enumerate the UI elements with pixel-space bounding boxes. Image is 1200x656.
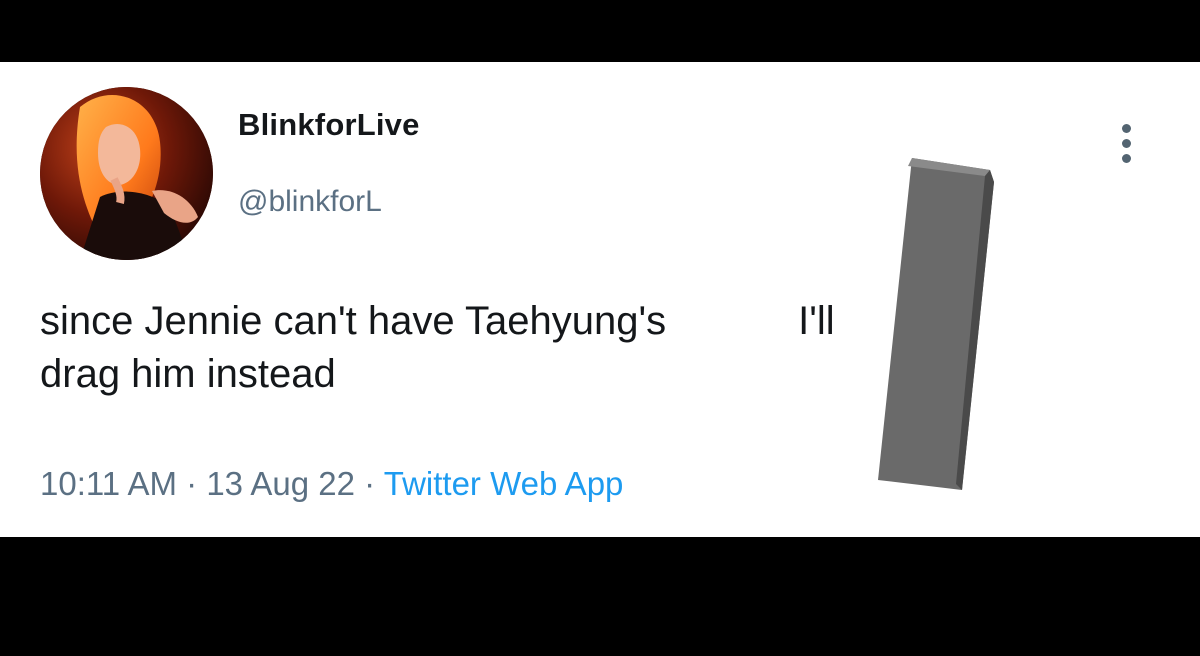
meta-separator: · [186,465,198,502]
meta-separator: · [364,465,376,502]
more-vertical-icon-dot [1122,154,1131,163]
tweet-text-line-2: drag him instead [40,352,336,396]
tweet-text-line-1-tail: I'll [798,299,835,343]
tweet-time[interactable]: 10:11 AM [40,465,177,502]
user-handle[interactable]: @blinkforL [238,185,382,219]
tweet-date[interactable]: 13 Aug 22 [206,465,355,502]
tweet-text: since Jennie can't have Taehyung's I'll d… [40,295,1100,401]
more-options-button[interactable] [1112,120,1142,168]
avatar[interactable] [40,87,213,260]
tweet-text-line-1-head: since Jennie can't have Taehyung's [40,299,667,343]
letterbox-top [0,0,1200,62]
tweet-text-line-1: since Jennie can't have Taehyung's I'll [40,295,1100,348]
tweet-meta: 10:11 AM · 13 Aug 22 · Twitter Web App [40,465,623,503]
more-vertical-icon-dot [1122,139,1131,148]
avatar-photo [40,87,213,260]
letterbox-bottom [0,537,1200,656]
display-name[interactable]: BlinkforLive [238,107,420,143]
tweet-source-link[interactable]: Twitter Web App [384,465,624,502]
more-vertical-icon [1122,124,1131,133]
tweet-card: BlinkforLive @blinkforL since Jennie can… [0,62,1200,537]
